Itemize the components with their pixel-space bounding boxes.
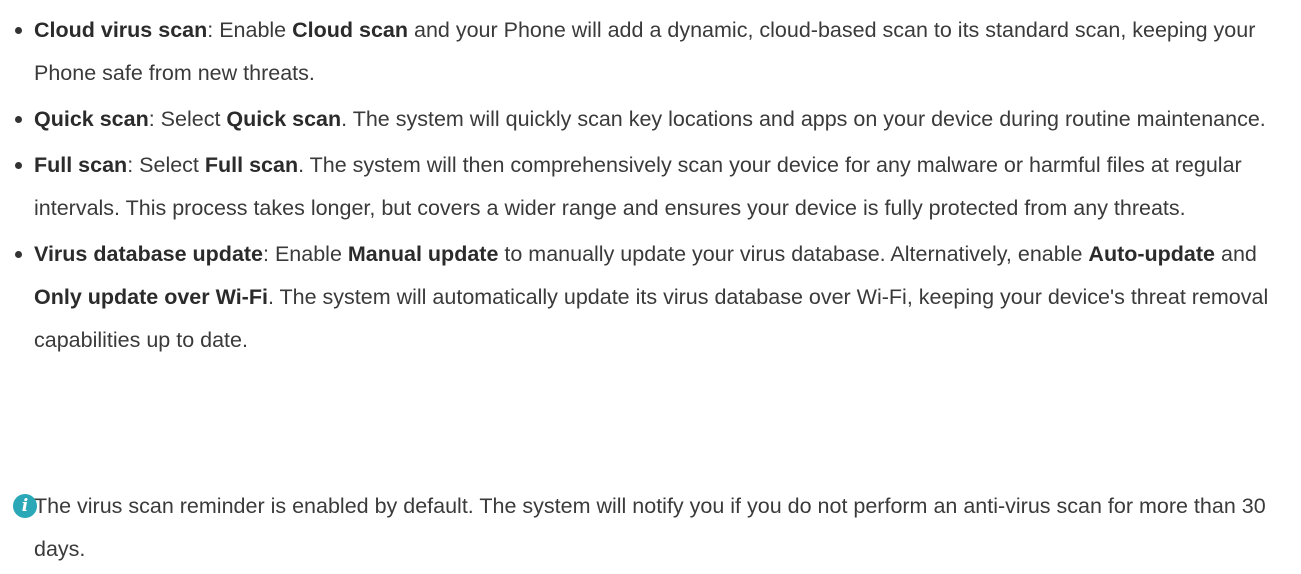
list-item-option: Quick scan [226, 107, 342, 131]
list-item-text: : Enable [207, 18, 293, 42]
list-item-option: Manual update [347, 242, 499, 266]
bullet-icon [15, 162, 22, 169]
list-item-text: : Enable [263, 242, 348, 266]
list-item-option: Full scan [204, 153, 299, 177]
list-item-title: Quick scan [34, 107, 149, 131]
list-item-option: Auto-update [1088, 242, 1216, 266]
list-item: Cloud virus scan: Enable Cloud scan and … [0, 9, 1301, 95]
info-note: i The virus scan reminder is enabled by … [13, 485, 1301, 571]
list-item-option: Cloud scan [292, 18, 409, 42]
bullet-icon [15, 27, 22, 34]
feature-list: Cloud virus scan: Enable Cloud scan and … [0, 9, 1301, 365]
list-item: Full scan: Select Full scan. The system … [0, 144, 1301, 230]
note-text: The virus scan reminder is enabled by de… [34, 494, 1266, 561]
info-icon: i [13, 494, 37, 518]
list-item-title: Virus database update [34, 242, 264, 266]
bullet-icon [15, 251, 22, 258]
list-item-option: Only update over Wi-Fi [34, 285, 268, 309]
list-item-text: : Select [148, 107, 227, 131]
list-item-title: Full scan [34, 153, 128, 177]
list-item: Quick scan: Select Quick scan. The syste… [0, 98, 1301, 141]
list-item: Virus database update: Enable Manual upd… [0, 233, 1301, 362]
list-item-text: . The system will quickly scan key locat… [341, 107, 1266, 131]
list-item-text: to manually update your virus database. … [498, 242, 1089, 266]
list-item-text: : Select [127, 153, 205, 177]
document-page: Cloud virus scan: Enable Cloud scan and … [0, 0, 1301, 574]
list-item-text: and [1215, 242, 1257, 266]
list-item-title: Cloud virus scan [34, 18, 208, 42]
bullet-icon [15, 116, 22, 123]
